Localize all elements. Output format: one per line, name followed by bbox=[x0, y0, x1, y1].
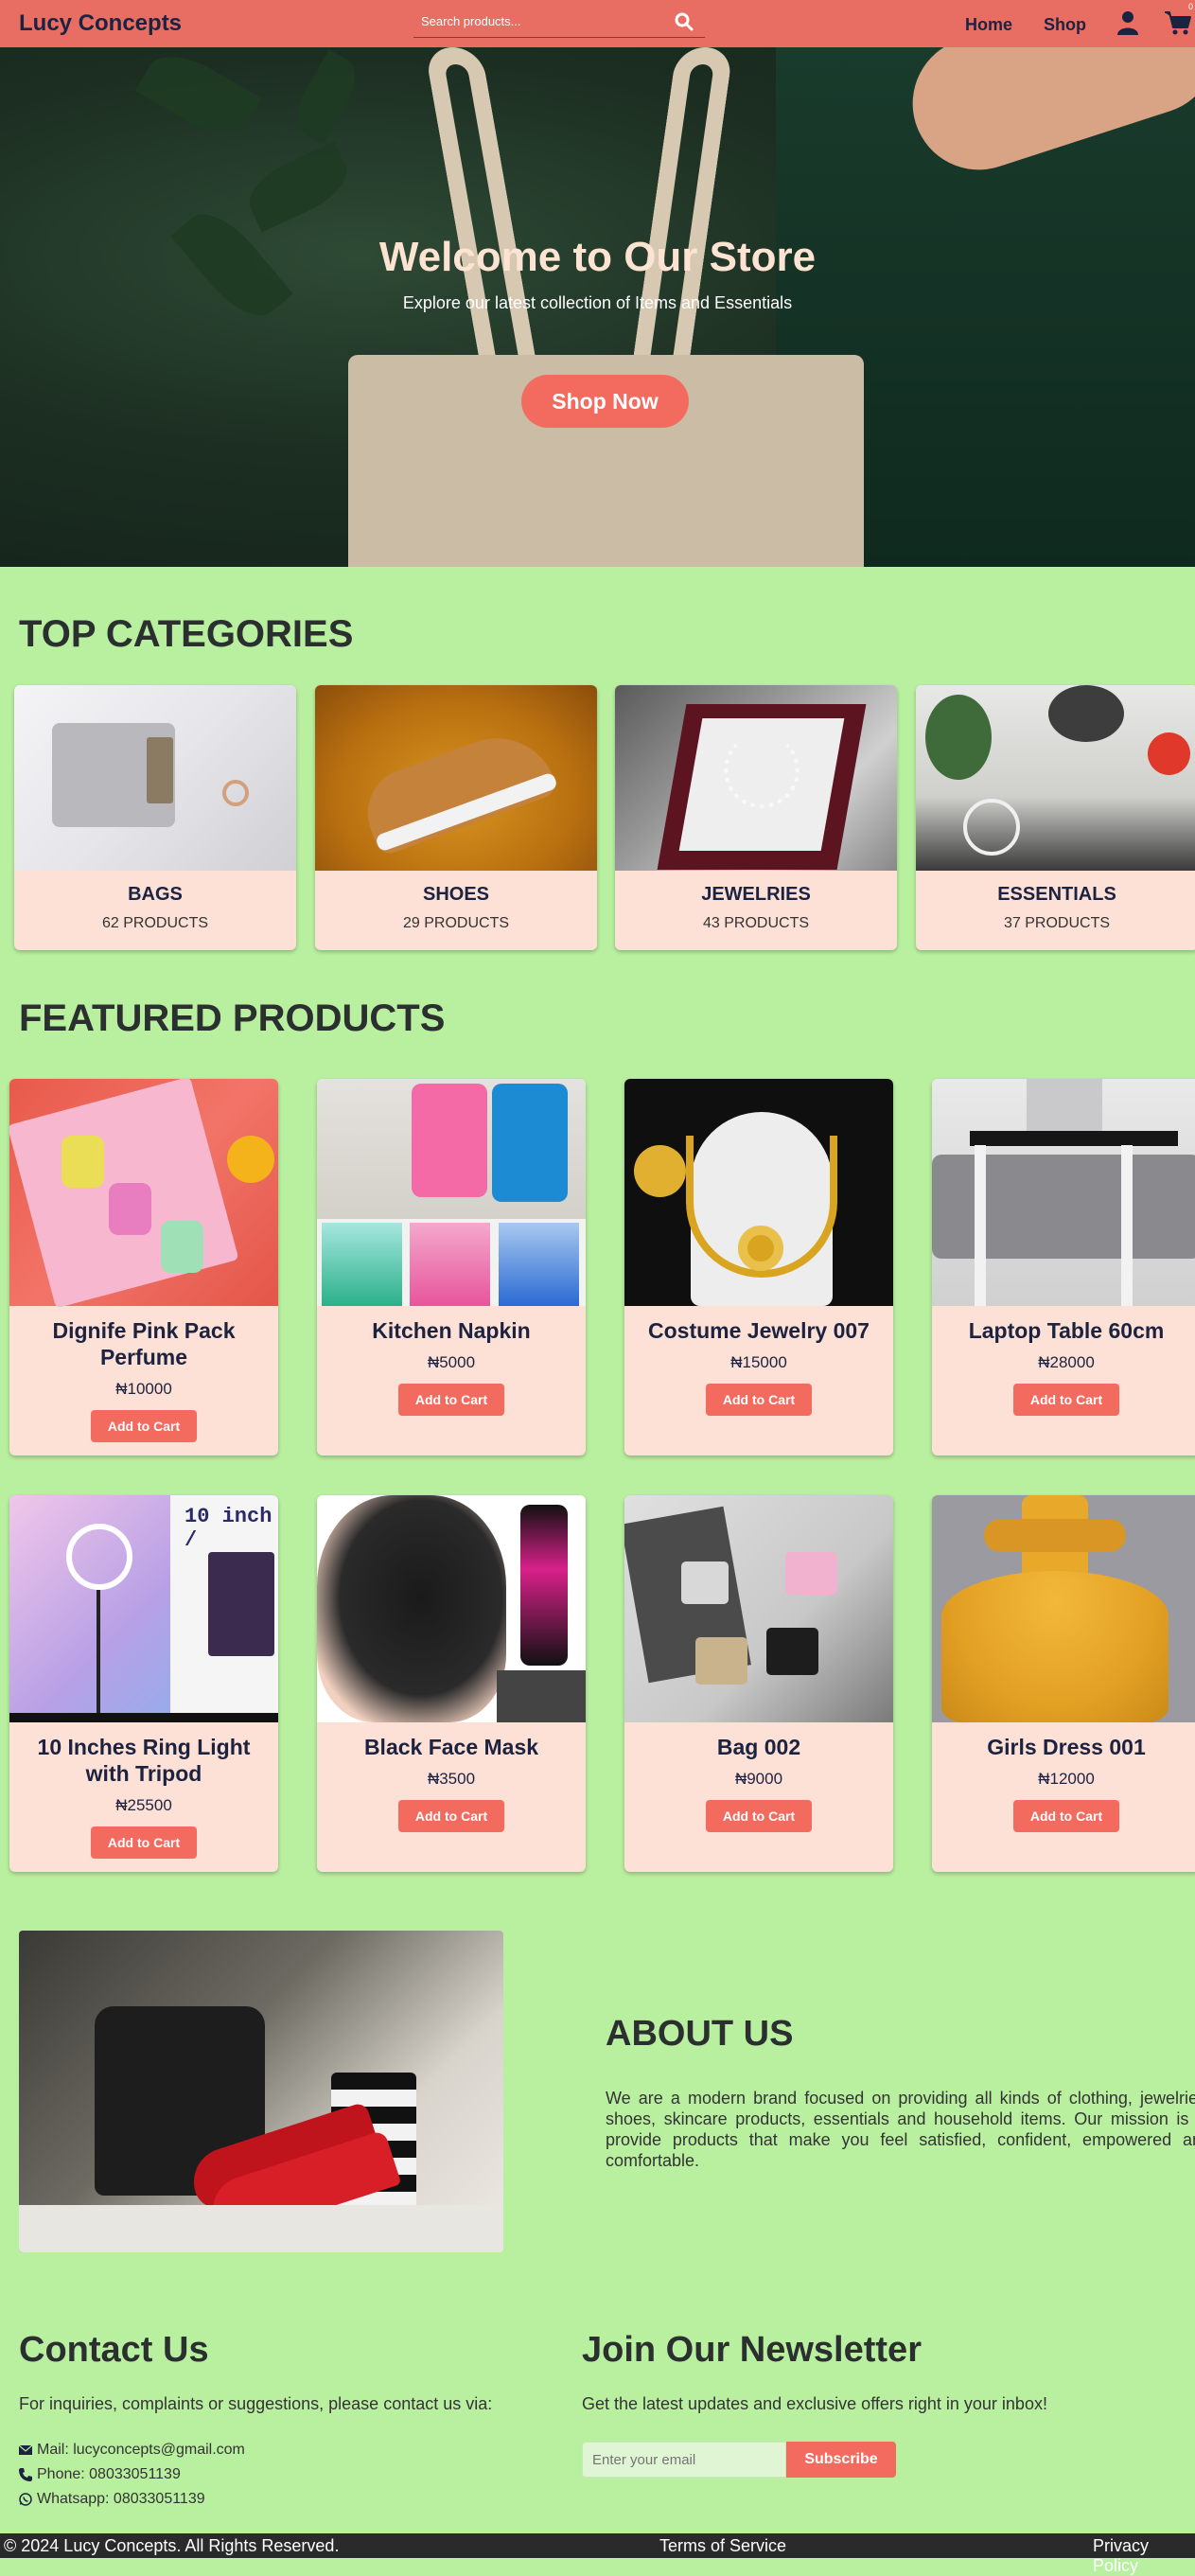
newsletter-email-input[interactable] bbox=[582, 2442, 786, 2478]
cart-icon[interactable] bbox=[1164, 9, 1192, 36]
hero-title: Welcome to Our Store bbox=[378, 234, 817, 280]
phone-icon bbox=[19, 2468, 32, 2481]
product-price: ₦12000 bbox=[1038, 1770, 1095, 1788]
category-card-essentials[interactable]: ESSENTIALS 37 PRODUCTS bbox=[916, 685, 1195, 950]
category-count: 62 PRODUCTS bbox=[101, 915, 209, 931]
hero-plant-leaf bbox=[239, 141, 357, 233]
product-card[interactable]: 10 inch / 10 Inches Ring Light with Trip… bbox=[9, 1495, 278, 1872]
mail-icon bbox=[19, 2444, 32, 2455]
product-image-costume-jewelry bbox=[624, 1079, 893, 1306]
category-name: SHOES bbox=[422, 884, 490, 905]
product-name: Bag 002 bbox=[716, 1735, 801, 1759]
contact-mail-text: Mail: lucyconcepts@gmail.com bbox=[37, 2442, 245, 2458]
product-image-black-face-mask bbox=[317, 1495, 586, 1722]
product-price: ₦3500 bbox=[427, 1770, 476, 1788]
product-card[interactable]: Bag 002 ₦9000 Add to Cart bbox=[624, 1495, 893, 1872]
brand-logo[interactable]: Lucy Concepts bbox=[19, 10, 182, 37]
contact-phone-text: Phone: 08033051139 bbox=[37, 2466, 181, 2482]
product-card[interactable]: Costume Jewelry 007 ₦15000 Add to Cart bbox=[624, 1079, 893, 1456]
category-name: JEWELRIES bbox=[701, 884, 811, 905]
product-name: Black Face Mask bbox=[363, 1735, 539, 1759]
search-bar[interactable]: Search products... bbox=[413, 6, 705, 38]
footer-terms-link[interactable]: Terms of Service bbox=[659, 2536, 786, 2556]
product-name: Dignife Pink Pack Perfume bbox=[52, 1318, 236, 1369]
category-name: ESSENTIALS bbox=[997, 884, 1116, 905]
featured-title: FEATURED PRODUCTS bbox=[19, 997, 446, 1039]
shop-now-button[interactable]: Shop Now bbox=[521, 375, 689, 428]
about-title: ABOUT US bbox=[606, 2014, 794, 2054]
add-to-cart-button[interactable]: Add to Cart bbox=[706, 1800, 812, 1832]
product-name: Girls Dress 001 bbox=[987, 1735, 1146, 1759]
product-image-bag-002 bbox=[624, 1495, 893, 1722]
category-image-shoes bbox=[315, 685, 597, 871]
product-name: 10 Inches Ring Light with Tripod bbox=[37, 1735, 251, 1786]
category-count: 43 PRODUCTS bbox=[702, 915, 810, 931]
product-price: ₦15000 bbox=[730, 1353, 787, 1371]
category-image-bags bbox=[14, 685, 296, 871]
contact-text: For inquiries, complaints or suggestions… bbox=[19, 2394, 493, 2413]
contact-whatsapp[interactable]: Whatsapp: 08033051139 bbox=[19, 2491, 205, 2508]
category-count: 37 PRODUCTS bbox=[1003, 915, 1111, 931]
product-price: ₦10000 bbox=[115, 1380, 172, 1398]
newsletter-title: Join Our Newsletter bbox=[582, 2330, 922, 2370]
contact-title: Contact Us bbox=[19, 2330, 209, 2370]
category-card-shoes[interactable]: SHOES 29 PRODUCTS bbox=[315, 685, 597, 950]
product-image-perfume bbox=[9, 1079, 278, 1309]
product-price: ₦25500 bbox=[115, 1796, 172, 1814]
category-card-bags[interactable]: BAGS 62 PRODUCTS bbox=[14, 685, 296, 950]
contact-whatsapp-text: Whatsapp: 08033051139 bbox=[37, 2491, 205, 2507]
product-card[interactable]: Kitchen Napkin ₦5000 Add to Cart bbox=[317, 1079, 586, 1456]
product-price: ₦5000 bbox=[427, 1353, 476, 1371]
add-to-cart-button[interactable]: Add to Cart bbox=[1013, 1800, 1119, 1832]
contact-phone[interactable]: Phone: 08033051139 bbox=[19, 2466, 181, 2483]
add-to-cart-button[interactable]: Add to Cart bbox=[398, 1384, 504, 1416]
hero-bag-strap bbox=[424, 47, 541, 388]
cart-count-badge: 0 bbox=[1188, 2, 1194, 11]
category-name: BAGS bbox=[128, 884, 183, 905]
add-to-cart-button[interactable]: Add to Cart bbox=[91, 1826, 197, 1859]
contact-mail[interactable]: Mail: lucyconcepts@gmail.com bbox=[19, 2442, 245, 2459]
user-icon[interactable] bbox=[1116, 9, 1139, 36]
newsletter-text: Get the latest updates and exclusive off… bbox=[582, 2394, 1047, 2413]
top-navbar: Lucy Concepts Search products... Home Sh… bbox=[0, 0, 1195, 47]
product-image-ring-light: 10 inch / bbox=[9, 1495, 278, 1722]
product-name: Costume Jewelry 007 bbox=[648, 1318, 870, 1343]
nav-shop-link[interactable]: Shop bbox=[1044, 15, 1086, 35]
product-image-laptop-table bbox=[932, 1079, 1195, 1306]
footer: © 2024 Lucy Concepts. All Rights Reserve… bbox=[0, 2533, 1195, 2575]
product-image-girls-dress bbox=[932, 1495, 1195, 1722]
product-price: ₦28000 bbox=[1038, 1353, 1095, 1371]
about-image bbox=[19, 1931, 503, 2252]
product-card[interactable]: Black Face Mask ₦3500 Add to Cart bbox=[317, 1495, 586, 1872]
whatsapp-icon bbox=[19, 2493, 32, 2506]
add-to-cart-button[interactable]: Add to Cart bbox=[1013, 1384, 1119, 1416]
product-image-kitchen-napkin bbox=[317, 1079, 586, 1306]
hero-plant-leaf bbox=[287, 49, 366, 145]
product-price: ₦9000 bbox=[734, 1770, 783, 1788]
hero-banner: Welcome to Our Store Explore our latest … bbox=[0, 47, 1195, 567]
add-to-cart-button[interactable]: Add to Cart bbox=[91, 1410, 197, 1442]
hero-subtitle: Explore our latest collection of Items a… bbox=[402, 293, 793, 312]
footer-privacy-link[interactable]: Privacy Policy bbox=[1093, 2536, 1195, 2576]
category-count: 29 PRODUCTS bbox=[402, 915, 510, 931]
category-image-essentials bbox=[916, 685, 1195, 871]
category-card-jewelries[interactable]: JEWELRIES 43 PRODUCTS bbox=[615, 685, 897, 950]
search-input[interactable]: Search products... bbox=[421, 14, 521, 28]
hero-bag-strap bbox=[628, 47, 734, 388]
search-icon[interactable] bbox=[673, 10, 695, 33]
product-name: Laptop Table 60cm bbox=[968, 1318, 1165, 1343]
add-to-cart-button[interactable]: Add to Cart bbox=[706, 1384, 812, 1416]
categories-title: TOP CATEGORIES bbox=[19, 613, 354, 655]
product-card[interactable]: Laptop Table 60cm ₦28000 Add to Cart bbox=[932, 1079, 1195, 1456]
category-image-jewelries bbox=[615, 685, 897, 871]
subscribe-button[interactable]: Subscribe bbox=[786, 2442, 896, 2478]
product-name: Kitchen Napkin bbox=[372, 1318, 531, 1343]
footer-copyright: © 2024 Lucy Concepts. All Rights Reserve… bbox=[4, 2536, 340, 2555]
hero-plant-leaf bbox=[135, 47, 262, 148]
product-card[interactable]: Girls Dress 001 ₦12000 Add to Cart bbox=[932, 1495, 1195, 1872]
nav-home-link[interactable]: Home bbox=[965, 15, 1012, 35]
product-card[interactable]: Dignife Pink Pack Perfume ₦10000 Add to … bbox=[9, 1079, 278, 1456]
about-text: We are a modern brand focused on providi… bbox=[606, 2089, 1195, 2170]
add-to-cart-button[interactable]: Add to Cart bbox=[398, 1800, 504, 1832]
